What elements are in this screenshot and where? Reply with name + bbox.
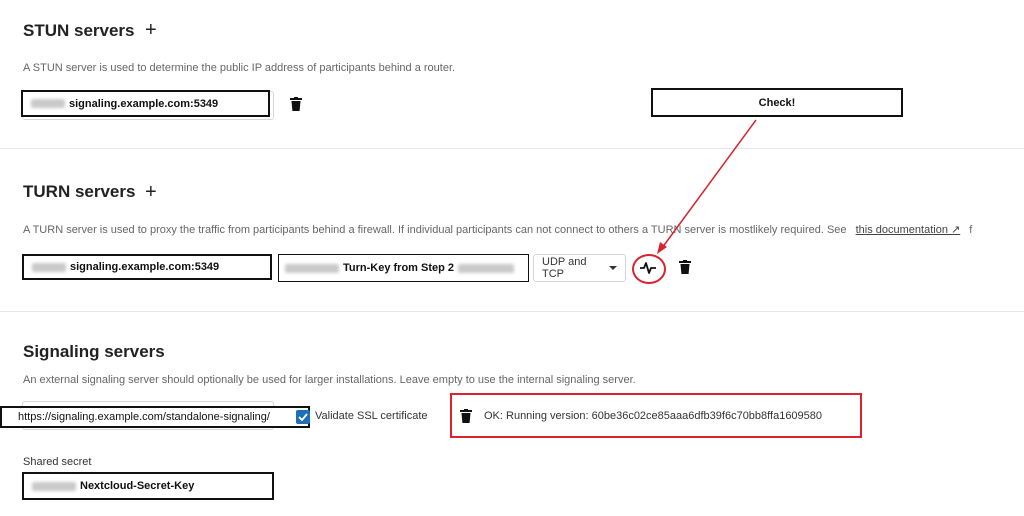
- delete-signaling-server-icon[interactable]: [460, 409, 472, 423]
- validate-ssl-label[interactable]: Validate SSL certificate: [315, 410, 428, 422]
- section-divider: [0, 148, 1024, 149]
- add-turn-server-button[interactable]: +: [145, 182, 157, 202]
- redacted-text: [32, 481, 76, 491]
- redacted-text: [32, 262, 66, 272]
- delete-turn-server-icon[interactable]: [679, 260, 691, 274]
- signaling-server-input[interactable]: https://signaling.example.com/standalone…: [0, 406, 310, 428]
- turn-secret-input[interactable]: Turn-Key from Step 2: [278, 254, 529, 282]
- test-server-pulse-icon[interactable]: [640, 262, 656, 274]
- turn-documentation-link[interactable]: this documentation ↗: [856, 224, 961, 236]
- turn-server-input[interactable]: signaling.example.com:5349: [22, 254, 272, 280]
- chevron-down-icon: [609, 266, 617, 270]
- turn-secret-value: Turn-Key from Step 2: [343, 262, 455, 274]
- stun-server-value: signaling.example.com:5349: [69, 97, 219, 110]
- stun-server-input[interactable]: signaling.example.com:5349: [21, 90, 270, 117]
- turn-protocol-value: UDP and TCP: [542, 256, 587, 280]
- stun-description: A STUN server is used to determine the p…: [23, 62, 456, 74]
- turn-description: A TURN server is used to proxy the traff…: [23, 223, 972, 236]
- signaling-servers-heading: Signaling servers: [23, 342, 165, 361]
- redacted-text: [285, 263, 339, 273]
- check-annotation-box: Check!: [651, 88, 903, 117]
- shared-secret-label: Shared secret: [23, 456, 92, 468]
- turn-servers-heading: TURN servers: [23, 182, 136, 201]
- check-annotation-label: Check!: [758, 96, 796, 109]
- redacted-text: [31, 99, 65, 108]
- validate-ssl-checkbox[interactable]: [296, 410, 310, 424]
- turn-description-trailing: f: [969, 224, 973, 236]
- stun-servers-heading: STUN servers: [23, 21, 135, 40]
- shared-secret-input[interactable]: Nextcloud-Secret-Key: [22, 472, 274, 500]
- signaling-server-value: https://signaling.example.com/standalone…: [18, 411, 270, 423]
- turn-description-text: A TURN server is used to proxy the traff…: [23, 224, 847, 236]
- checkmark-icon: [298, 413, 308, 421]
- section-divider: [0, 311, 1024, 312]
- signaling-status-text: OK: Running version: 60be36c02ce85aaa6df…: [484, 410, 823, 422]
- turn-protocol-select[interactable]: UDP and TCP: [533, 254, 626, 282]
- shared-secret-value: Nextcloud-Secret-Key: [80, 480, 195, 492]
- redacted-text: [458, 263, 515, 273]
- turn-server-value: signaling.example.com:5349: [70, 261, 220, 273]
- delete-stun-server-icon[interactable]: [290, 97, 302, 111]
- add-stun-server-button[interactable]: +: [145, 20, 157, 40]
- signaling-description: An external signaling server should opti…: [23, 374, 636, 386]
